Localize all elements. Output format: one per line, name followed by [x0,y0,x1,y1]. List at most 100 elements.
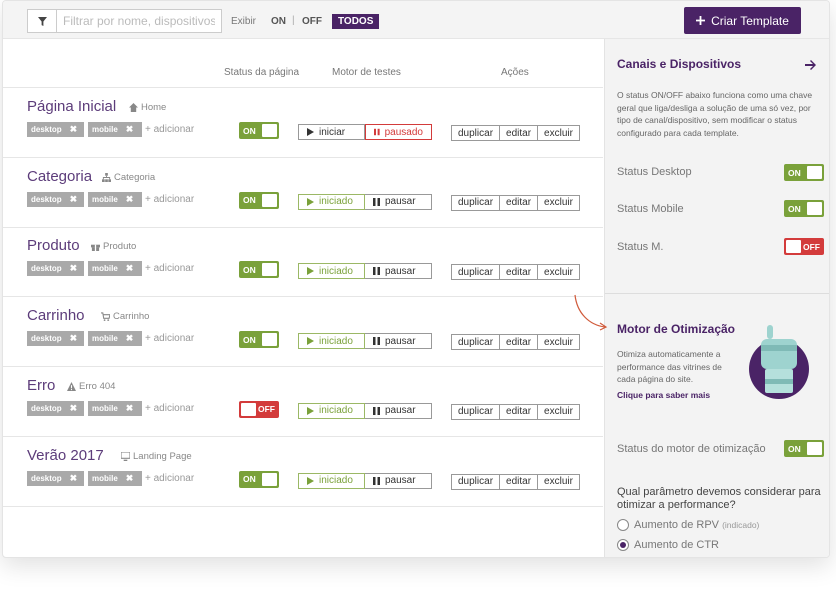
radio-ctr[interactable] [617,539,629,551]
delete-button[interactable]: excluir [538,473,580,490]
motor-controls: iniciado pausar [298,333,432,350]
filter-off-option[interactable]: OFF [302,16,322,27]
page-status-toggle[interactable]: ON [239,470,279,488]
delete-button[interactable]: excluir [538,125,580,141]
radio-rpv-label[interactable]: Aumento de RPV (indicado) [634,519,759,531]
edit-button[interactable]: editar [500,334,539,351]
page-status-toggle[interactable]: OFF [239,400,279,418]
edit-button[interactable]: editar [500,264,539,281]
template-type-label: Categoria [114,171,156,183]
remove-tag-icon[interactable]: ✖ [126,261,134,276]
add-device-link[interactable]: + adicionar [145,403,194,414]
remove-tag-icon[interactable]: ✖ [70,122,78,137]
play-icon [307,267,314,276]
filter-button[interactable] [27,9,57,33]
channels-description: O status ON/OFF abaixo funciona como uma… [617,90,813,138]
warning-icon [67,381,76,391]
device-tag-mobile: mobile ✖ [88,191,142,207]
remove-tag-icon[interactable]: ✖ [126,471,134,486]
template-title[interactable]: Página Inicial [27,98,116,115]
delete-button[interactable]: excluir [538,403,580,420]
device-tag-desktop: desktop ✖ [27,191,84,207]
filter-todos-option[interactable]: TODOS [332,14,380,29]
edit-button[interactable]: editar [500,194,539,211]
edit-button[interactable]: editar [500,125,539,141]
arrow-right-icon[interactable] [805,59,817,71]
status-m-toggle[interactable]: OFF [784,238,824,255]
motor-pause-button[interactable]: pausar [365,333,432,350]
plus-icon [696,16,706,25]
motor-start-button[interactable]: iniciado [298,193,365,210]
remove-tag-icon[interactable]: ✖ [70,261,78,276]
add-device-link[interactable]: + adicionar [145,333,194,344]
delete-button[interactable]: excluir [538,264,580,281]
motor-pause-button[interactable]: pausado [365,124,432,140]
motor-pause-button[interactable]: pausar [365,263,432,280]
delete-button[interactable]: excluir [538,334,580,351]
radio-rpv[interactable] [617,519,629,531]
status-mobile-toggle[interactable]: ON [784,200,824,217]
remove-tag-icon[interactable]: ✖ [126,331,134,346]
page-status-toggle[interactable]: ON [239,122,279,139]
motor-pause-button[interactable]: pausar [365,472,432,489]
add-device-link[interactable]: + adicionar [145,263,194,274]
duplicate-button[interactable]: duplicar [451,194,501,211]
template-title[interactable]: Erro [27,377,55,394]
pause-icon [373,337,380,346]
add-device-link[interactable]: + adicionar [145,124,194,135]
edit-button[interactable]: editar [500,403,539,420]
page-status-toggle[interactable]: ON [239,261,279,279]
motor-start-button[interactable]: iniciado [298,263,365,280]
template-title[interactable]: Carrinho [27,307,85,324]
duplicate-button[interactable]: duplicar [451,403,501,420]
device-tag-desktop: desktop ✖ [27,261,84,277]
duplicate-button[interactable]: duplicar [451,264,501,281]
status-desktop-toggle[interactable]: ON [784,164,824,181]
filter-separator: | [292,15,295,26]
edit-button[interactable]: editar [500,473,539,490]
remove-tag-icon[interactable]: ✖ [70,192,78,207]
filter-on-option[interactable]: ON [271,16,286,27]
motor-start-button[interactable]: iniciado [298,472,365,489]
motor-pause-button[interactable]: pausar [365,193,432,210]
template-title[interactable]: Verão 2017 [27,447,104,464]
template-type: Home [129,102,166,113]
delete-button[interactable]: excluir [538,194,580,211]
channels-title: Canais e Dispositivos [617,57,742,71]
motor-start-button[interactable]: iniciado [298,333,365,350]
create-template-button[interactable]: Criar Template [684,7,801,34]
page-status-toggle[interactable]: ON [239,191,279,209]
duplicate-button[interactable]: duplicar [451,473,501,490]
motor-start-button[interactable]: iniciar [298,124,365,140]
template-title[interactable]: Categoria [27,168,92,185]
motor-controls: iniciado pausar [298,263,432,280]
add-device-link[interactable]: + adicionar [145,194,194,205]
motor-start-label: iniciar [319,126,346,138]
remove-tag-icon[interactable]: ✖ [126,122,134,137]
remove-tag-icon[interactable]: ✖ [70,331,78,346]
motor-pause-button[interactable]: pausar [365,402,432,419]
add-device-link[interactable]: + adicionar [145,473,194,484]
motor-learn-more-link[interactable]: Clique para saber mais [617,390,710,400]
table-row: Produto Produto desktop ✖ mobile ✖ + adi… [3,227,603,298]
motor-start-button[interactable]: iniciado [298,402,365,419]
remove-tag-icon[interactable]: ✖ [70,401,78,416]
filter-input[interactable] [56,9,222,33]
duplicate-button[interactable]: duplicar [451,125,501,141]
template-title[interactable]: Produto [27,237,80,254]
remove-tag-icon[interactable]: ✖ [126,192,134,207]
motor-pause-label: pausar [385,335,416,347]
remove-tag-icon[interactable]: ✖ [70,471,78,486]
remove-tag-icon[interactable]: ✖ [126,401,134,416]
duplicate-button[interactable]: duplicar [451,334,501,351]
page-status-toggle[interactable]: ON [239,331,279,349]
motor-controls: iniciado pausar [298,402,432,419]
motor-status-toggle[interactable]: ON [784,440,824,457]
device-tag-mobile: mobile ✖ [88,122,142,137]
template-type-label: Home [141,102,167,113]
device-tag-label: mobile [92,264,118,274]
radio-ctr-label[interactable]: Aumento de CTR [634,539,719,551]
table-row: Carrinho Carrinho desktop ✖ mobile ✖ + a… [3,297,603,368]
row-actions: duplicar editar excluir [451,125,580,141]
play-icon [307,406,314,415]
